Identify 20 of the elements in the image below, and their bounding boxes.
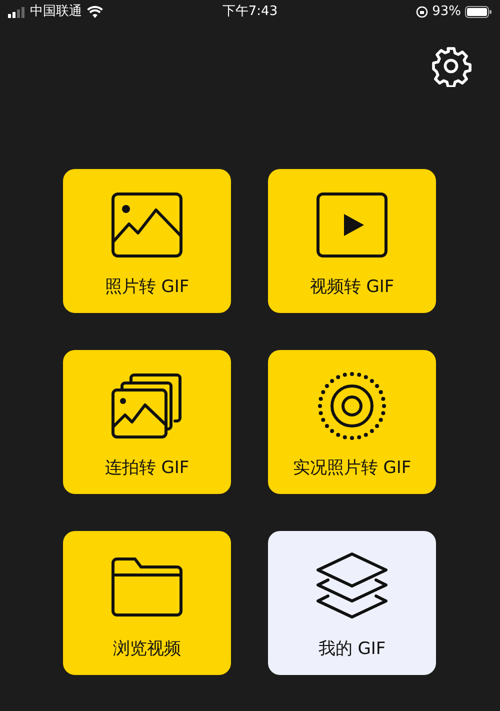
- image-stack-icon: [111, 373, 183, 439]
- play-icon: [316, 192, 388, 258]
- feature-tile[interactable]: 照片转 GIF: [63, 169, 231, 313]
- feature-tile[interactable]: 我的 GIF: [268, 531, 436, 675]
- signal-icon: [8, 6, 25, 18]
- battery-percent: 93%: [432, 3, 461, 22]
- battery-icon: [465, 6, 492, 18]
- settings-button[interactable]: [429, 45, 473, 87]
- feature-tile[interactable]: 实况照片转 GIF: [268, 350, 436, 494]
- settings-icon: [430, 45, 472, 87]
- image-icon: [111, 192, 183, 258]
- live-photo-icon: [317, 371, 387, 441]
- status-time: 下午7:43: [221, 3, 279, 22]
- feature-tile[interactable]: 连拍转 GIF: [63, 350, 231, 494]
- wifi-icon: [87, 6, 103, 18]
- folder-icon: [111, 557, 183, 617]
- feature-tile[interactable]: 浏览视频: [63, 531, 231, 675]
- rotation-lock-icon: [416, 6, 428, 18]
- carrier-name: 中国联通: [30, 3, 82, 22]
- feature-tile[interactable]: 视频转 GIF: [268, 169, 436, 313]
